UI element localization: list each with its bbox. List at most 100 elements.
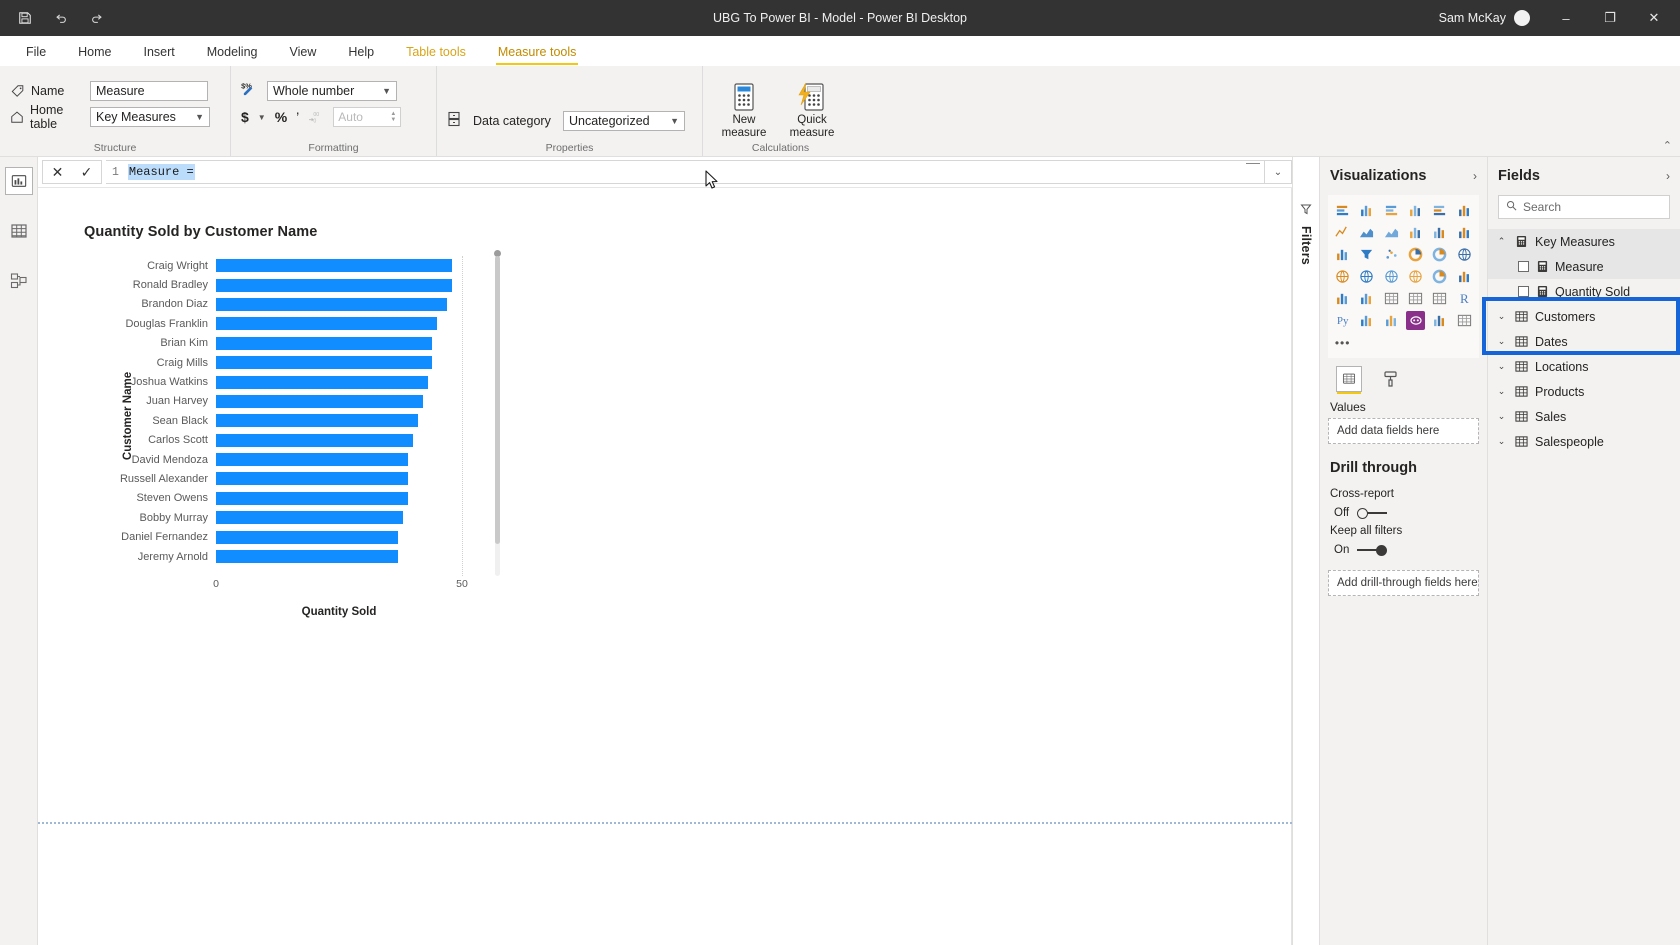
table-row[interactable] (216, 275, 462, 294)
expand-fields-icon[interactable]: › (1666, 169, 1670, 183)
chevron-up-icon[interactable]: ⌃ (1496, 236, 1507, 247)
tab-view[interactable]: View (274, 41, 333, 66)
formula-input[interactable]: 1 Measure = (106, 160, 1265, 184)
field-checkbox[interactable] (1518, 286, 1529, 297)
table-row[interactable] (216, 527, 462, 546)
data-category-select[interactable]: Uncategorized ▼ (563, 111, 685, 131)
table-row[interactable] (216, 411, 462, 430)
table-row[interactable] (216, 392, 462, 411)
bar[interactable] (216, 491, 408, 505)
fields-tab[interactable] (1336, 366, 1362, 394)
sidebar-item-data-view[interactable] (5, 217, 33, 245)
bar[interactable] (216, 511, 403, 525)
bar[interactable] (216, 530, 399, 544)
filled-map-icon[interactable] (1357, 267, 1376, 286)
minimize-button[interactable]: – (1544, 0, 1588, 36)
map-icon[interactable] (1333, 267, 1352, 286)
key-influencers-icon[interactable] (1357, 311, 1376, 330)
field-item-salespeople[interactable]: ⌄ Salespeople (1488, 429, 1680, 454)
undo-icon[interactable] (50, 7, 72, 29)
python-visual-icon[interactable]: Py (1333, 311, 1352, 330)
cross-report-toggle-row[interactable]: Off (1320, 500, 1487, 519)
formula-expand-button[interactable]: ⌄ (1265, 160, 1292, 184)
decimal-places-input[interactable]: Auto ▲ ▼ (333, 107, 402, 127)
line-clustered-column-icon[interactable] (1430, 223, 1449, 242)
bar[interactable] (216, 259, 453, 273)
field-item-customers[interactable]: ⌄ Customers (1488, 304, 1680, 329)
bar[interactable] (216, 297, 448, 311)
bar[interactable] (216, 550, 399, 564)
waterfall-chart-icon[interactable] (1333, 245, 1352, 264)
clustered-bar-chart-icon[interactable] (1382, 201, 1401, 220)
qna-icon[interactable] (1406, 311, 1426, 330)
bar[interactable] (216, 375, 428, 389)
pie-chart-icon[interactable] (1406, 245, 1425, 264)
formula-commit-button[interactable]: ✓ (72, 161, 101, 183)
formula-resize-handle[interactable] (1246, 163, 1260, 164)
field-item-dates[interactable]: ⌄ Dates (1488, 329, 1680, 354)
collapse-ribbon-button[interactable]: ⌃ (1663, 139, 1672, 152)
new-measure-button[interactable]: New measure (713, 76, 775, 140)
tab-table-tools[interactable]: Table tools (390, 41, 482, 66)
measure-name-input[interactable]: Measure (90, 81, 208, 101)
spinner-arrows-icon[interactable]: ▲ ▼ (390, 111, 396, 123)
funnel-chart-icon[interactable] (1357, 245, 1376, 264)
tab-file[interactable]: File (10, 41, 62, 66)
stacked-column-chart-icon[interactable] (1357, 201, 1376, 220)
table-row[interactable] (216, 547, 462, 566)
thousands-separator-button[interactable]: ’ (296, 109, 299, 125)
treemap-icon[interactable] (1455, 245, 1474, 264)
bar[interactable] (216, 414, 418, 428)
field-item-locations[interactable]: ⌄ Locations (1488, 354, 1680, 379)
ribbon-chart-icon[interactable] (1455, 223, 1474, 242)
azure-map-icon[interactable] (1406, 267, 1425, 286)
field-item-sales[interactable]: ⌄ Sales (1488, 404, 1680, 429)
field-item-quantity-sold[interactable]: Quantity Sold (1488, 279, 1680, 304)
scatter-chart-icon[interactable] (1382, 245, 1401, 264)
currency-dropdown-icon[interactable]: ▼ (258, 113, 266, 122)
avatar[interactable] (1514, 10, 1530, 26)
maximize-restore-button[interactable]: ❐ (1588, 0, 1632, 36)
field-item-key-measures[interactable]: ⌃ Key Measures (1488, 229, 1680, 254)
values-dropzone[interactable]: Add data fields here (1328, 418, 1479, 444)
table-row[interactable] (216, 372, 462, 391)
expand-visualizations-icon[interactable]: › (1473, 169, 1477, 183)
tab-help[interactable]: Help (332, 41, 390, 66)
decomposition-tree-icon[interactable] (1382, 311, 1401, 330)
smart-narrative-icon[interactable] (1430, 311, 1449, 330)
bar[interactable] (216, 278, 453, 292)
cross-report-toggle[interactable] (1357, 507, 1388, 519)
scrollbar-thumb[interactable] (495, 256, 500, 544)
keep-all-filters-toggle[interactable] (1357, 544, 1388, 556)
kpi-icon[interactable] (1357, 289, 1376, 308)
drill-through-dropzone[interactable]: Add drill-through fields here (1328, 570, 1479, 596)
stacked-area-chart-icon[interactable] (1382, 223, 1401, 242)
gauge-chart-icon[interactable] (1430, 267, 1449, 286)
chevron-down-icon[interactable]: ⌄ (1496, 411, 1507, 422)
paginated-report-icon[interactable] (1455, 311, 1474, 330)
save-icon[interactable] (14, 7, 36, 29)
table-row[interactable] (216, 295, 462, 314)
bar[interactable] (216, 472, 408, 486)
tab-home[interactable]: Home (62, 41, 127, 66)
chevron-down-icon[interactable]: ⌄ (1496, 361, 1507, 372)
stacked-bar-chart-icon[interactable] (1333, 201, 1352, 220)
100-stacked-column-chart-icon[interactable] (1455, 201, 1474, 220)
bar[interactable] (216, 433, 413, 447)
chevron-down-icon[interactable]: ⌄ (1496, 436, 1507, 447)
multi-row-card-icon[interactable] (1333, 289, 1352, 308)
table-row[interactable] (216, 334, 462, 353)
report-canvas[interactable]: Quantity Sold by Customer Name Customer … (38, 188, 1292, 945)
sidebar-item-report-view[interactable] (4, 167, 33, 195)
fields-search[interactable]: Search (1498, 195, 1670, 219)
format-tab[interactable] (1378, 366, 1404, 392)
table-row[interactable] (216, 314, 462, 333)
chevron-down-icon[interactable]: ⌄ (1496, 336, 1507, 347)
card-icon[interactable] (1455, 267, 1474, 286)
table-row[interactable] (216, 431, 462, 450)
currency-format-button[interactable]: $ (241, 109, 249, 125)
table-row[interactable] (216, 469, 462, 488)
sidebar-item-model-view[interactable] (5, 267, 33, 295)
format-select[interactable]: Whole number ▼ (267, 81, 397, 101)
chevron-down-icon[interactable]: ⌄ (1496, 386, 1507, 397)
